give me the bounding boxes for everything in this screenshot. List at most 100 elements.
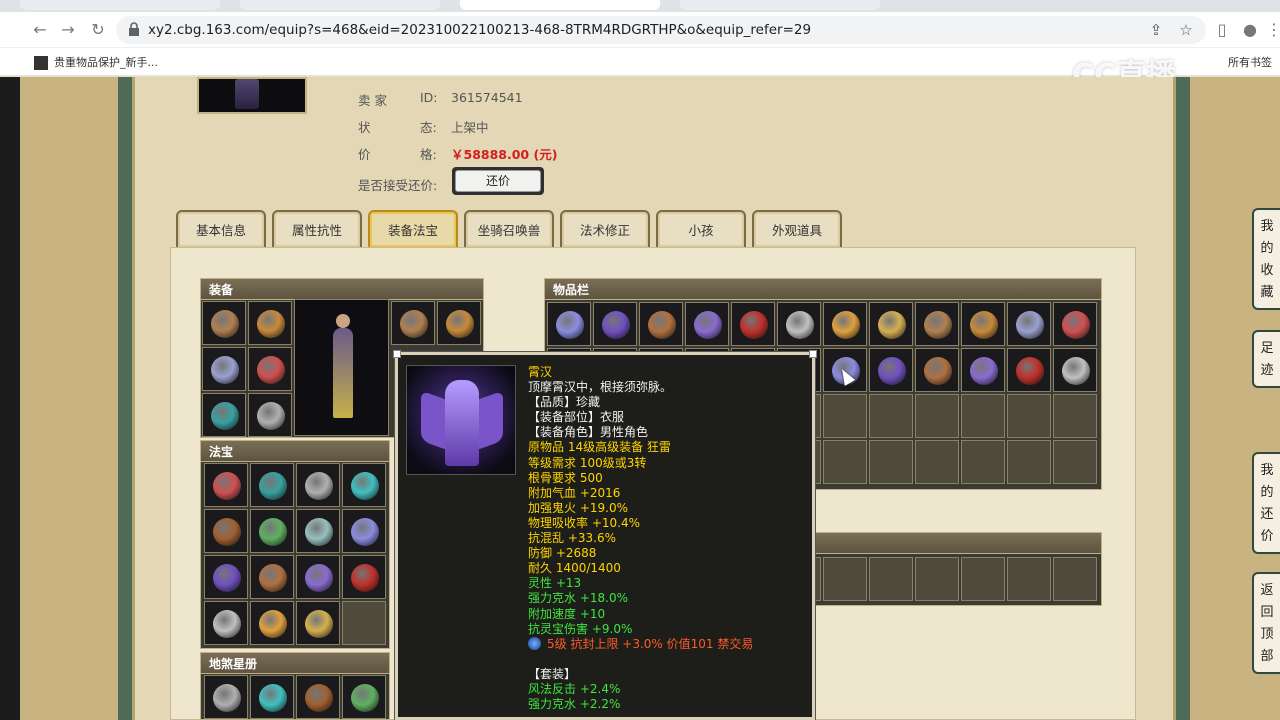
equipment-slot[interactable] bbox=[248, 347, 292, 391]
forward-icon[interactable]: → bbox=[58, 20, 78, 40]
url-omnibox[interactable]: xy2.cbg.163.com/equip?s=468&eid=20231002… bbox=[116, 16, 1206, 44]
magic-treasure-slot[interactable] bbox=[296, 601, 340, 645]
side-button-history[interactable]: 足迹 bbox=[1252, 330, 1280, 388]
storage-slot[interactable] bbox=[1053, 557, 1097, 601]
inventory-slot[interactable] bbox=[547, 302, 591, 346]
tab-basic-info[interactable]: 基本信息 bbox=[176, 210, 266, 247]
magic-treasure-slot[interactable] bbox=[204, 555, 248, 599]
magic-treasure-slot[interactable] bbox=[250, 601, 294, 645]
inventory-slot[interactable] bbox=[869, 348, 913, 392]
character-thumbnail bbox=[197, 77, 307, 114]
magic-treasure-slot[interactable] bbox=[204, 463, 248, 507]
tab-mounts-pets[interactable]: 坐骑召唤兽 bbox=[464, 210, 554, 247]
item-attribute-line: 【装备部位】衣服 bbox=[528, 410, 625, 425]
bookmark-item[interactable]: 贵重物品保护_新手... bbox=[34, 54, 158, 70]
equipment-slot[interactable] bbox=[391, 301, 435, 345]
inventory-slot[interactable] bbox=[961, 302, 1005, 346]
storage-slot[interactable] bbox=[915, 557, 959, 601]
inventory-slot[interactable] bbox=[915, 302, 959, 346]
browser-tab-active[interactable] bbox=[460, 0, 660, 10]
magic-treasure-slot[interactable] bbox=[296, 509, 340, 553]
tab-child[interactable]: 小孩 bbox=[656, 210, 746, 247]
inventory-slot[interactable] bbox=[869, 302, 913, 346]
magic-treasure-slot[interactable] bbox=[296, 555, 340, 599]
inventory-slot[interactable] bbox=[823, 302, 867, 346]
magic-treasure-slot[interactable] bbox=[204, 509, 248, 553]
storage-slot[interactable] bbox=[961, 557, 1005, 601]
storage-slot[interactable] bbox=[1007, 557, 1051, 601]
tab-equipment[interactable]: 装备法宝 bbox=[368, 210, 458, 247]
equipment-slot[interactable] bbox=[202, 393, 246, 437]
magic-treasure-slot[interactable] bbox=[204, 601, 248, 645]
tab-spell-mods[interactable]: 法术修正 bbox=[560, 210, 650, 247]
storage-slot[interactable] bbox=[823, 557, 867, 601]
inventory-slot[interactable] bbox=[915, 348, 959, 392]
equipment-slot[interactable] bbox=[202, 301, 246, 345]
earth-star-slot[interactable] bbox=[296, 675, 340, 719]
back-icon[interactable]: ← bbox=[30, 20, 50, 40]
browser-tab[interactable] bbox=[240, 0, 440, 10]
sidepanel-icon[interactable]: ▯ bbox=[1212, 20, 1232, 40]
seller-id: 361574541 bbox=[451, 90, 523, 105]
equipment-slot[interactable] bbox=[437, 301, 481, 345]
inventory-slot[interactable] bbox=[685, 302, 729, 346]
inventory-slot[interactable] bbox=[961, 348, 1005, 392]
side-button-my-offers[interactable]: 我的还价 bbox=[1252, 452, 1280, 554]
url-text[interactable]: xy2.cbg.163.com/equip?s=468&eid=20231002… bbox=[148, 22, 811, 38]
inventory-slot[interactable] bbox=[593, 302, 637, 346]
magic-treasure-slot[interactable] bbox=[250, 555, 294, 599]
inventory-slot[interactable] bbox=[731, 302, 775, 346]
inventory-slot[interactable] bbox=[1053, 394, 1097, 438]
all-bookmarks[interactable]: 所有书签 bbox=[1228, 54, 1272, 70]
menu-icon[interactable]: ⋮ bbox=[1264, 20, 1280, 40]
inventory-slot[interactable] bbox=[915, 394, 959, 438]
browser-tab[interactable] bbox=[20, 0, 220, 10]
magic-treasure-slot[interactable] bbox=[342, 463, 386, 507]
reload-icon[interactable]: ↻ bbox=[88, 20, 108, 40]
item-icon bbox=[305, 684, 333, 712]
earth-star-slot[interactable] bbox=[250, 675, 294, 719]
address-bar: ← → ↻ xy2.cbg.163.com/equip?s=468&eid=20… bbox=[0, 12, 1280, 48]
inventory-slot[interactable] bbox=[869, 394, 913, 438]
inventory-slot[interactable] bbox=[1053, 348, 1097, 392]
inventory-slot[interactable] bbox=[823, 394, 867, 438]
inventory-slot[interactable] bbox=[1007, 440, 1051, 484]
inventory-slot[interactable] bbox=[1053, 302, 1097, 346]
inventory-slot[interactable] bbox=[869, 440, 913, 484]
inventory-slot[interactable] bbox=[915, 440, 959, 484]
counter-offer-button[interactable]: 还价 bbox=[452, 167, 544, 195]
equipment-slot[interactable] bbox=[202, 347, 246, 391]
inventory-slot[interactable] bbox=[823, 440, 867, 484]
magic-treasure-slot[interactable] bbox=[342, 601, 386, 645]
tab-appearance[interactable]: 外观道具 bbox=[752, 210, 842, 247]
earth-star-slot[interactable] bbox=[204, 675, 248, 719]
inventory-slot[interactable] bbox=[1007, 302, 1051, 346]
equipment-slot[interactable] bbox=[248, 393, 292, 437]
magic-treasure-slot[interactable] bbox=[342, 555, 386, 599]
inventory-slot[interactable] bbox=[1007, 348, 1051, 392]
equipment-slot[interactable] bbox=[248, 301, 292, 345]
inventory-slot[interactable] bbox=[961, 394, 1005, 438]
star-icon[interactable]: ☆ bbox=[1176, 20, 1196, 40]
magic-treasure-slot[interactable] bbox=[342, 509, 386, 553]
item-icon bbox=[305, 472, 333, 500]
inventory-slot[interactable] bbox=[777, 302, 821, 346]
side-button-char: 收 bbox=[1260, 263, 1274, 278]
magic-treasure-slot[interactable] bbox=[250, 463, 294, 507]
inventory-slot[interactable] bbox=[639, 302, 683, 346]
inventory-slot[interactable] bbox=[1053, 440, 1097, 484]
storage-slot[interactable] bbox=[869, 557, 913, 601]
tab-attributes[interactable]: 属性抗性 bbox=[272, 210, 362, 247]
magic-treasure-slot[interactable] bbox=[250, 509, 294, 553]
item-icon bbox=[259, 472, 287, 500]
inventory-slot[interactable] bbox=[961, 440, 1005, 484]
magic-treasure-slot[interactable] bbox=[296, 463, 340, 507]
browser-tab[interactable] bbox=[680, 0, 880, 10]
profile-icon[interactable]: ● bbox=[1240, 20, 1260, 40]
side-button-favorites[interactable]: 我的收藏 bbox=[1252, 208, 1280, 310]
item-icon bbox=[351, 518, 379, 546]
side-button-back-to-top[interactable]: 返回顶部 bbox=[1252, 572, 1280, 674]
earth-star-slot[interactable] bbox=[342, 675, 386, 719]
inventory-slot[interactable] bbox=[1007, 394, 1051, 438]
share-icon[interactable]: ⇪ bbox=[1146, 20, 1166, 40]
